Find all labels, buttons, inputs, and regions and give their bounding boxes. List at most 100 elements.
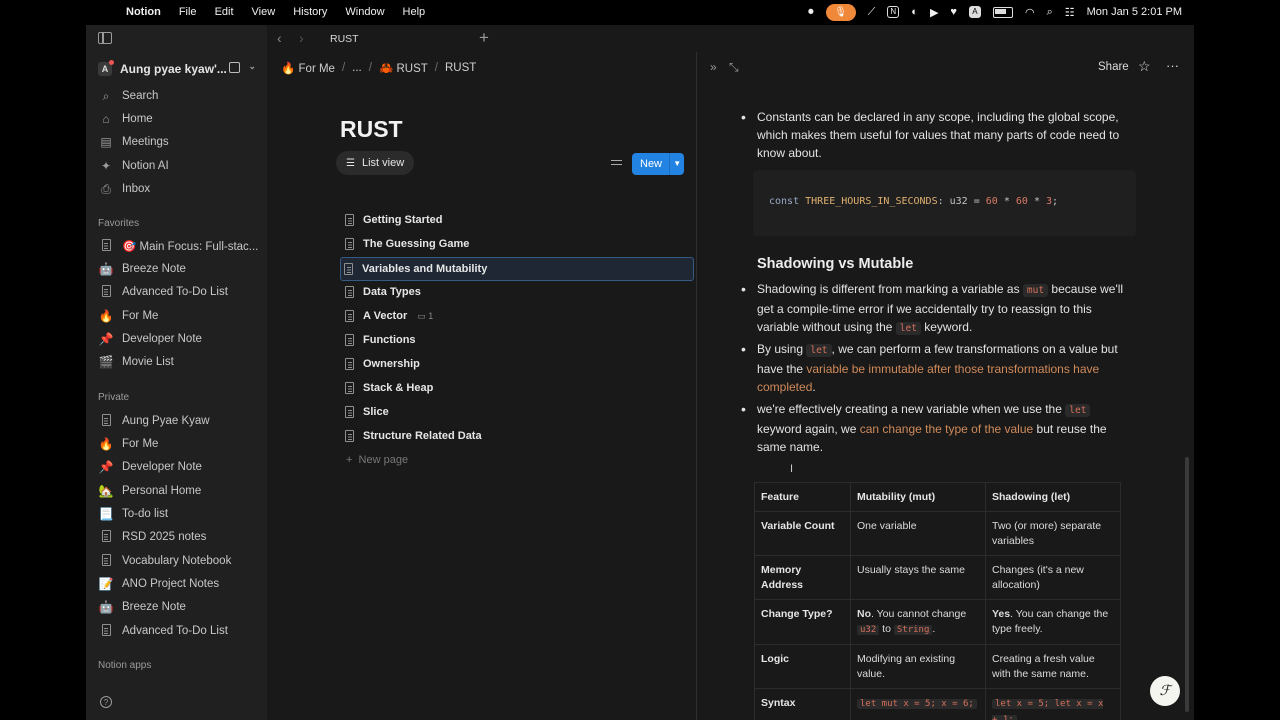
close-peek-icon[interactable]: » — [710, 60, 718, 74]
table-cell[interactable]: Logic — [754, 644, 851, 689]
page-title[interactable]: RUST — [340, 116, 403, 143]
menu-help[interactable]: Help — [403, 6, 426, 18]
list-item[interactable]: Structure Related Data — [342, 425, 694, 447]
table-cell[interactable]: Two (or more) separate variables — [985, 511, 1121, 556]
sidebar-item-inbox[interactable]: ⎙ Inbox — [98, 178, 260, 200]
back-arrow-icon[interactable]: ‹ — [277, 30, 282, 46]
table-cell[interactable]: Creating a fresh value with the same nam… — [985, 644, 1121, 689]
sidebar-item-aung-pyae-kyaw[interactable]: Aung Pyae Kyaw — [98, 410, 260, 432]
menubar-clock[interactable]: Mon Jan 5 2:01 PM — [1087, 6, 1182, 18]
breadcrumb-rust-current[interactable]: RUST — [445, 62, 476, 74]
table-cell[interactable]: Yes. You can change the type freely. — [985, 599, 1121, 645]
list-view-tab[interactable]: ☰ List view — [336, 151, 415, 175]
new-page-button[interactable]: + New page — [346, 454, 408, 466]
play-icon[interactable]: ▶ — [930, 6, 938, 19]
chevron-down-icon[interactable]: ⌄ — [248, 61, 256, 72]
new-page-edit-icon[interactable] — [229, 62, 240, 73]
forward-arrow-icon[interactable]: › — [299, 30, 304, 46]
sidebar-item-notion-ai[interactable]: ✦ Notion AI — [98, 155, 260, 177]
sidebar-toggle-icon[interactable] — [98, 32, 112, 44]
list-item[interactable]: The Guessing Game — [342, 233, 694, 255]
more-options-icon[interactable]: ··· — [1166, 58, 1179, 73]
table-cell[interactable]: Variable Count — [754, 511, 851, 556]
list-item[interactable]: Functions — [342, 329, 694, 351]
menu-window[interactable]: Window — [345, 6, 384, 18]
control-center-icon[interactable]: ☷ — [1065, 6, 1075, 19]
notion-ai-assistant-icon[interactable]: ℱ — [1150, 676, 1180, 706]
notion-status-icon[interactable]: N — [887, 6, 900, 18]
help-icon[interactable]: ? — [100, 696, 112, 708]
sidebar-item-for-me[interactable]: 🔥 For Me — [98, 305, 260, 327]
code-block[interactable]: const THREE_HOURS_IN_SECONDS: u32 = 60 *… — [753, 170, 1136, 236]
sidebar-item-main-focus[interactable]: 🎯 Main Focus: Full-stac... — [98, 235, 260, 257]
table-cell[interactable]: Change Type? — [754, 599, 851, 645]
breadcrumb-ellipsis[interactable]: ... — [352, 62, 362, 74]
new-tab-plus-icon[interactable]: + — [479, 28, 489, 48]
spotlight-search-icon[interactable]: ⌕ — [1047, 6, 1053, 19]
filter-settings-icon[interactable] — [611, 158, 622, 167]
table-cell[interactable]: One variable — [850, 511, 986, 556]
heart-icon[interactable]: ♥ — [950, 6, 957, 18]
table-cell[interactable]: Usually stays the same — [850, 555, 986, 600]
workspace-switcher[interactable]: A Aung pyae kyaw'... ⌄ — [98, 60, 258, 78]
table-header-cell[interactable]: Shadowing (let) — [985, 482, 1121, 512]
share-button[interactable]: Share — [1098, 61, 1129, 73]
wifi-icon[interactable]: ◠ — [1025, 6, 1035, 19]
chevron-down-icon[interactable]: ▼ — [669, 153, 684, 175]
menu-file[interactable]: File — [179, 6, 197, 18]
record-icon[interactable]: ⏺ — [808, 6, 814, 19]
sidebar-item-developer-note-private[interactable]: 📌 Developer Note — [98, 456, 260, 478]
keyboard-input-icon[interactable]: A — [968, 6, 981, 18]
scrollbar[interactable] — [1185, 457, 1189, 712]
sidebar-item-home[interactable]: ⌂ Home — [98, 108, 260, 130]
expand-icon[interactable]: ⤡ — [729, 60, 740, 75]
menu-history[interactable]: History — [293, 6, 327, 18]
favorites-section-title[interactable]: Favorites — [98, 218, 139, 229]
sidebar-item-advanced-todo[interactable]: Advanced To-Do List — [98, 281, 260, 303]
table-cell[interactable]: Changes (it's a new allocation) — [985, 555, 1121, 600]
list-item[interactable]: Getting Started — [342, 209, 694, 231]
table-cell[interactable]: let x = 5; let x = x + 1; — [985, 688, 1121, 720]
sidebar-item-meetings[interactable]: ▤ Meetings — [98, 131, 260, 153]
sidebar-item-breeze-note[interactable]: 🤖 Breeze Note — [98, 258, 260, 280]
list-item[interactable]: Slice — [342, 401, 694, 423]
comment-count-badge[interactable]: ▭ 1 — [417, 311, 433, 322]
sidebar-item-search[interactable]: ⌕ Search — [98, 85, 260, 107]
table-cell[interactable]: Modifying an existing value. — [850, 644, 986, 689]
breadcrumb-rust-parent[interactable]: 🦀 RUST — [379, 61, 428, 75]
list-item[interactable]: A Vector ▭ 1 — [342, 305, 694, 327]
list-item-selected[interactable]: Variables and Mutability — [340, 257, 694, 281]
list-item[interactable]: Stack & Heap — [342, 377, 694, 399]
sidebar-item-todo-list[interactable]: 📃 To-do list — [98, 503, 260, 525]
table-header-cell[interactable]: Feature — [754, 482, 851, 512]
list-item[interactable]: Ownership — [342, 353, 694, 375]
battery-icon[interactable] — [992, 6, 1013, 18]
table-cell[interactable]: Memory Address — [754, 555, 851, 600]
contrast-icon[interactable]: ◐ — [911, 6, 918, 18]
table-cell[interactable]: let mut x = 5; x = 6; — [850, 688, 986, 720]
notion-apps-section-title[interactable]: Notion apps — [98, 660, 151, 671]
table-cell[interactable]: No. You cannot change u32 to String. — [850, 599, 986, 645]
table-header-cell[interactable]: Mutability (mut) — [850, 482, 986, 512]
menu-edit[interactable]: Edit — [215, 6, 234, 18]
list-item[interactable]: Data Types — [342, 281, 694, 303]
table-cell[interactable]: Syntax — [754, 688, 851, 720]
sidebar-item-for-me-private[interactable]: 🔥 For Me — [98, 433, 260, 455]
menu-app-name[interactable]: Notion — [126, 6, 161, 18]
sidebar-item-ano-project[interactable]: 📝 ANO Project Notes — [98, 573, 260, 595]
comparison-table[interactable]: Feature Mutability (mut) Shadowing (let)… — [754, 482, 1121, 720]
star-icon[interactable]: ☆ — [1138, 58, 1151, 75]
tab-rust[interactable]: RUST — [330, 33, 359, 45]
sidebar-item-developer-note[interactable]: 📌 Developer Note — [98, 328, 260, 350]
sidebar-item-vocabulary[interactable]: Vocabulary Notebook — [98, 550, 260, 572]
sidebar-item-advanced-todo-private[interactable]: Advanced To-Do List — [98, 620, 260, 642]
microphone-icon[interactable]: 🎙 — [825, 3, 856, 21]
sidebar-item-rsd-notes[interactable]: RSD 2025 notes — [98, 526, 260, 548]
private-section-title[interactable]: Private — [98, 392, 129, 403]
sidebar-item-breeze-note-private[interactable]: 🤖 Breeze Note — [98, 596, 260, 618]
new-button[interactable]: New ▼ — [632, 153, 684, 175]
sidebar-item-movie-list[interactable]: 🎬 Movie List — [98, 351, 260, 373]
sidebar-item-personal-home[interactable]: 🏡 Personal Home — [98, 480, 260, 502]
breadcrumb-for-me[interactable]: 🔥 For Me — [281, 61, 335, 75]
tool-icon[interactable]: ⟋ — [868, 6, 876, 19]
